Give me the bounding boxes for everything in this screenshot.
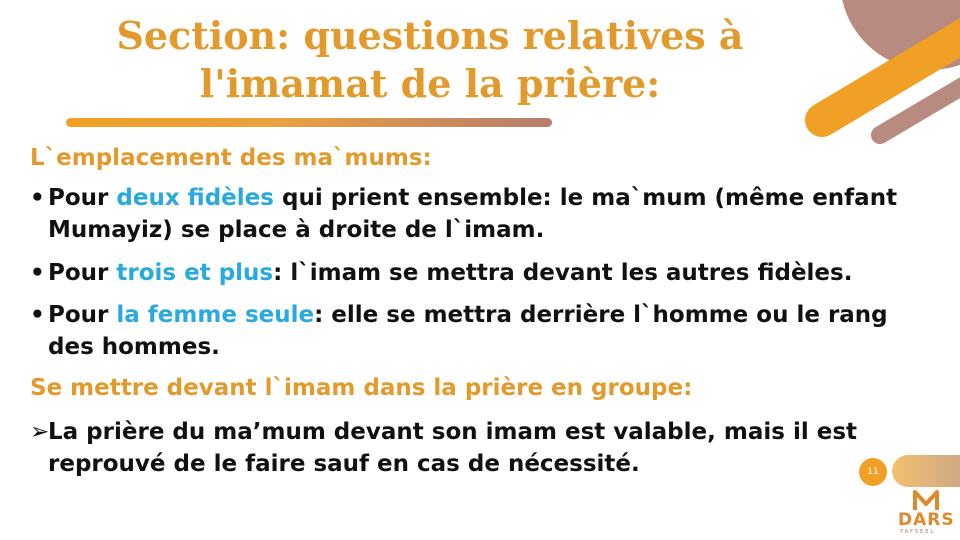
bullet-marker: • — [30, 185, 45, 211]
page-number-bar — [892, 455, 960, 487]
slide-title: Section: questions relatives à l'imamat … — [100, 12, 760, 108]
bullet-text: Pour la femme seule: elle se mettra derr… — [48, 302, 888, 360]
logo-subtitle: TAFSEEL — [900, 529, 936, 535]
bullet-text: Pour deux fidèles qui prient ensemble: l… — [48, 185, 898, 243]
accent-text: deux fidèles — [116, 185, 274, 211]
section-heading-devant-imam: Se mettre devant l`imam dans la prière e… — [30, 375, 693, 401]
arrow-bullet-icon: ➢ — [30, 419, 50, 445]
logo-name: DARS — [898, 510, 955, 530]
bullet-text: La prière du ma’mum devant son imam est … — [48, 419, 857, 477]
accent-text: la femme seule — [116, 302, 315, 328]
accent-text: trois et plus — [116, 260, 274, 286]
bullet-text: Pour trois et plus: l`imam se mettra dev… — [48, 260, 853, 286]
section-heading-emplacement: L`emplacement des ma`mums: — [30, 145, 432, 171]
bullet-item: • Pour trois et plus: l`imam se mettra d… — [30, 257, 935, 289]
page-number: 11 — [859, 458, 887, 486]
bullet-item: ➢ La prière du ma’mum devant son imam es… — [30, 416, 935, 480]
title-line-1: Section: questions relatives à — [116, 13, 744, 58]
bullet-item: • Pour deux fidèles qui prient ensemble:… — [30, 182, 935, 246]
bullet-marker: • — [30, 260, 45, 286]
bullet-marker: • — [30, 302, 45, 328]
title-underline — [66, 118, 552, 127]
slide: Section: questions relatives à l'imamat … — [0, 0, 960, 540]
title-line-2: l'imamat de la prière: — [199, 61, 661, 106]
bullet-item: • Pour la femme seule: elle se mettra de… — [30, 299, 935, 363]
